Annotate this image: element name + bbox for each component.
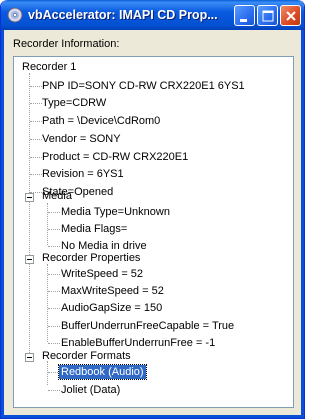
maximize-button[interactable] [257,5,278,26]
tree-node-media-item[interactable]: Media Flags= [61,222,127,236]
window-title: vbAccelerator: IMAPI CD Prop... [28,8,218,22]
tree-node-property[interactable]: Type=CDRW [42,96,106,110]
tree-node-recorder-property[interactable]: BufferUnderrunFreeCapable = True [61,319,234,333]
tree-line [30,103,42,104]
tree-line [48,291,60,292]
tree-line [30,157,42,158]
tree-node-recorder-property[interactable]: MaxWriteSpeed = 52 [61,284,164,298]
cd-app-icon[interactable] [7,7,23,23]
tree-line [48,326,60,327]
tree-node-recorder[interactable]: Recorder 1 [22,60,76,74]
minimize-button[interactable] [234,5,255,26]
tree-line [48,390,60,391]
tree-line [48,274,60,275]
recorder-information-label: Recorder Information: [13,38,120,50]
close-icon [286,11,296,21]
window-border-right [301,30,304,418]
window-border-left [1,30,4,418]
tree-node-recorder-property[interactable]: WriteSpeed = 52 [61,267,143,281]
tree-line [30,139,42,140]
tree-line [48,308,60,309]
tree-node-property[interactable]: Path = \Device\CdRom0 [42,114,160,128]
tree-node-recorder-formats[interactable]: Recorder Formats [42,349,131,363]
app-window: vbAccelerator: IMAPI CD Prop... Recorder… [0,0,305,419]
tree-line [30,86,42,87]
tree-node-format[interactable]: Joliet (Data) [61,383,120,397]
maximize-icon [262,10,274,22]
tree-line [47,264,48,342]
tree-line [48,229,60,230]
window-border-bottom [1,415,304,418]
title-bar[interactable]: vbAccelerator: IMAPI CD Prop... [1,0,304,30]
minimize-icon [240,19,247,22]
tree-node-property[interactable]: Vendor = SONY [42,132,121,146]
tree-node-property[interactable]: PNP ID=SONY CD-RW CRX220E1 6YS1 [42,79,245,93]
tree-node-property[interactable]: Revision = 6YS1 [42,167,124,181]
tree-line [29,73,30,359]
tree-line [47,361,48,385]
tree-line [48,212,60,213]
tree-line [48,343,60,344]
collapse-recorder-properties-toggle[interactable] [25,255,34,264]
tree-node-recorder-property[interactable]: AudioGapSize = 150 [61,301,162,315]
tree-line [47,203,48,245]
close-button[interactable] [280,5,301,26]
tree-node-format-selected[interactable]: Redbook (Audio) [58,364,147,380]
tree-line [30,174,42,175]
tree-node-media[interactable]: Media [42,189,72,203]
tree-node-media-item[interactable]: Media Type=Unknown [61,205,170,219]
collapse-recorder-formats-toggle[interactable] [25,353,34,362]
tree-node-recorder-properties[interactable]: Recorder Properties [42,251,140,265]
tree-line [48,246,60,247]
collapse-media-toggle[interactable] [25,193,34,202]
tree-node-property[interactable]: Product = CD-RW CRX220E1 [42,150,188,164]
recorder-tree-view[interactable]: Recorder 1 PNP ID=SONY CD-RW CRX220E1 6Y… [13,56,294,408]
tree-node-recorder-property[interactable]: EnableBufferUnderrunFree = -1 [61,336,215,350]
tree-line [30,121,42,122]
